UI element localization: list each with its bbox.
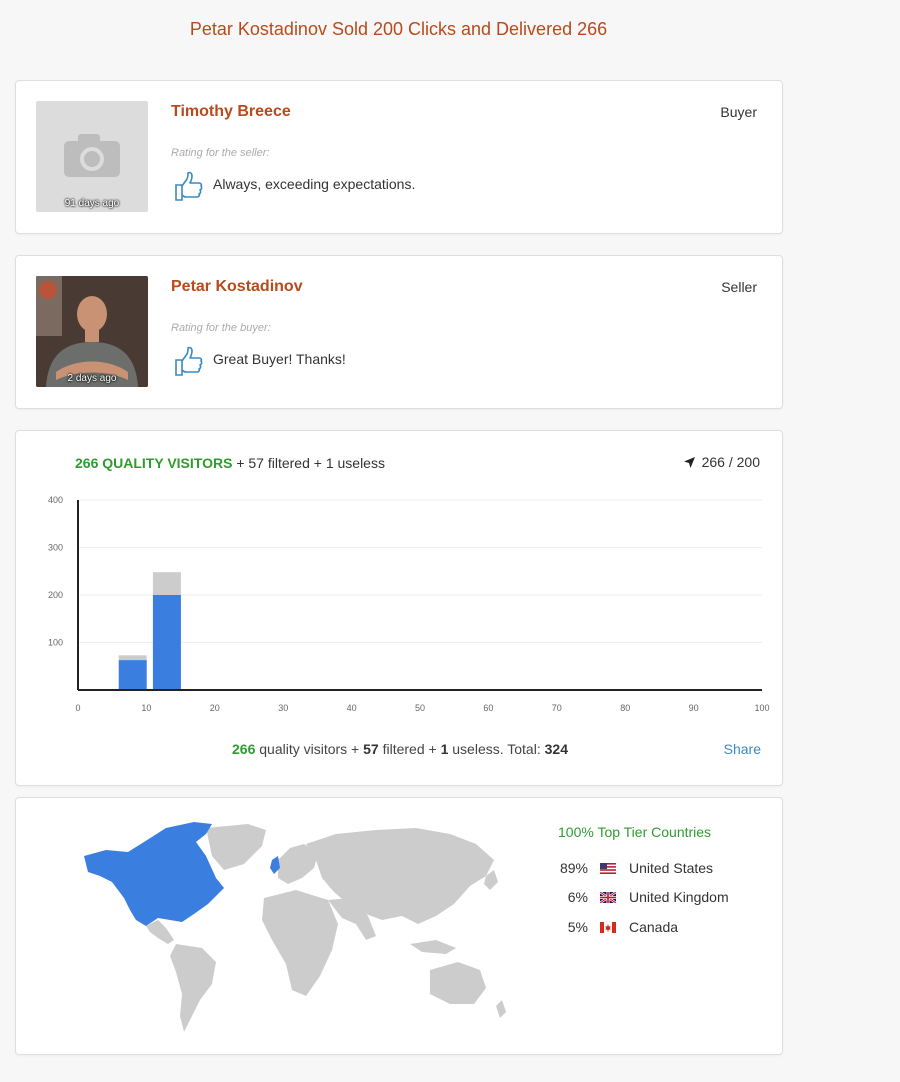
country-percent: 5%: [567, 919, 588, 935]
location-arrow-icon: [683, 456, 695, 468]
review-text: Great Buyer! Thanks!: [213, 351, 346, 367]
country-name: United States: [629, 860, 714, 876]
rating-label: Rating for the buyer:: [171, 322, 271, 334]
page-title: Petar Kostadinov Sold 200 Clicks and Del…: [189, 19, 608, 39]
country-percent: 6%: [567, 889, 588, 905]
clicks-counter-value: 266 / 200: [701, 454, 760, 470]
countries-card: 100% Top Tier Countries 89% United State…: [15, 797, 783, 1055]
y-tick-label: 200: [48, 590, 63, 600]
avatar-placeholder: 91 days ago: [36, 101, 148, 212]
reviewer-role: Seller: [721, 279, 757, 295]
clicks-counter: 266 / 200: [683, 454, 760, 470]
y-tick-label: 100: [48, 638, 63, 648]
x-tick-label: 20: [210, 703, 220, 713]
reviewer-role: Buyer: [720, 104, 757, 120]
rating-label: Rating for the seller:: [171, 147, 270, 159]
bar-segment: [152, 572, 181, 595]
footer-quality-count: 266: [232, 741, 256, 757]
greenland-shape: [206, 824, 266, 870]
x-tick-label: 100: [754, 703, 769, 713]
visitors-bar-chart: 100 200 300 400 0 10 20 30 40 50 60 70 80 90 100: [48, 495, 770, 713]
review-card-seller: 2 days ago Petar Kostadinov Seller Ratin…: [15, 255, 783, 409]
footer-filtered-count: 57: [363, 741, 379, 757]
x-tick-label: 70: [552, 703, 562, 713]
africa-shape: [262, 890, 338, 996]
thumbs-up-icon: [175, 171, 203, 201]
country-percent: 89%: [559, 860, 588, 876]
user-photo-icon: [36, 276, 148, 387]
review-time: 91 days ago: [64, 198, 120, 209]
reviewer-name[interactable]: Timothy Breece: [171, 103, 291, 121]
footer-filtered-label: filtered +: [382, 741, 437, 757]
uk-flag-icon: [600, 891, 616, 903]
new-zealand-shape: [496, 1000, 506, 1018]
asia-shape: [306, 828, 494, 924]
south-america-shape: [170, 944, 216, 1032]
reviewer-name[interactable]: Petar Kostadinov: [171, 278, 303, 296]
footer-useless-count: 1: [440, 741, 449, 757]
camera-icon: [64, 134, 120, 177]
country-row-uk: 6% United Kingdom: [546, 889, 729, 905]
north-america-shape[interactable]: [84, 822, 224, 926]
bar-segment: [152, 595, 181, 690]
indonesia-shape: [410, 940, 456, 954]
us-flag-icon: [600, 862, 616, 874]
footer-quality-label: quality visitors +: [259, 741, 360, 757]
avatar-photo: 2 days ago: [36, 276, 148, 387]
country-row-canada: 5% Canada: [546, 919, 678, 935]
x-tick-label: 30: [278, 703, 288, 713]
x-tick-label: 40: [347, 703, 357, 713]
central-america-shape: [146, 920, 174, 944]
australia-shape: [430, 962, 486, 1004]
bar-segment: [118, 660, 147, 690]
y-tick-label: 400: [48, 495, 63, 505]
x-tick-label: 10: [141, 703, 151, 713]
x-tick-label: 0: [75, 703, 80, 713]
x-tick-label: 50: [415, 703, 425, 713]
filtered-summary: + 57 filtered + 1 useless: [236, 455, 385, 471]
thumbs-up-icon: [175, 346, 203, 376]
visitors-chart-card: 266 QUALITY VISITORS + 57 filtered + 1 u…: [15, 430, 783, 786]
review-text: Always, exceeding expectations.: [213, 176, 416, 192]
quality-visitors-headline: 266 QUALITY VISITORS: [75, 455, 233, 471]
chart-footer: 266 quality visitors + 57 filtered + 1 u…: [16, 741, 784, 757]
canada-flag-icon: [600, 921, 616, 933]
y-tick-label: 300: [48, 543, 63, 553]
x-tick-label: 80: [620, 703, 630, 713]
footer-useless-label: useless. Total:: [452, 741, 541, 757]
country-name: Canada: [629, 919, 679, 935]
share-link[interactable]: Share: [724, 741, 761, 757]
review-card-buyer: 91 days ago Timothy Breece Buyer Rating …: [15, 80, 783, 234]
country-row-us: 89% United States: [546, 860, 713, 876]
bar-segment: [118, 655, 147, 661]
x-tick-label: 90: [689, 703, 699, 713]
visitors-summary: 266 QUALITY VISITORS + 57 filtered + 1 u…: [75, 455, 385, 471]
country-name: United Kingdom: [629, 889, 729, 905]
x-tick-label: 60: [483, 703, 493, 713]
footer-total-count: 324: [544, 741, 568, 757]
world-map: [84, 822, 506, 1032]
countries-title: 100% Top Tier Countries: [558, 824, 712, 840]
review-time: 2 days ago: [67, 373, 117, 384]
